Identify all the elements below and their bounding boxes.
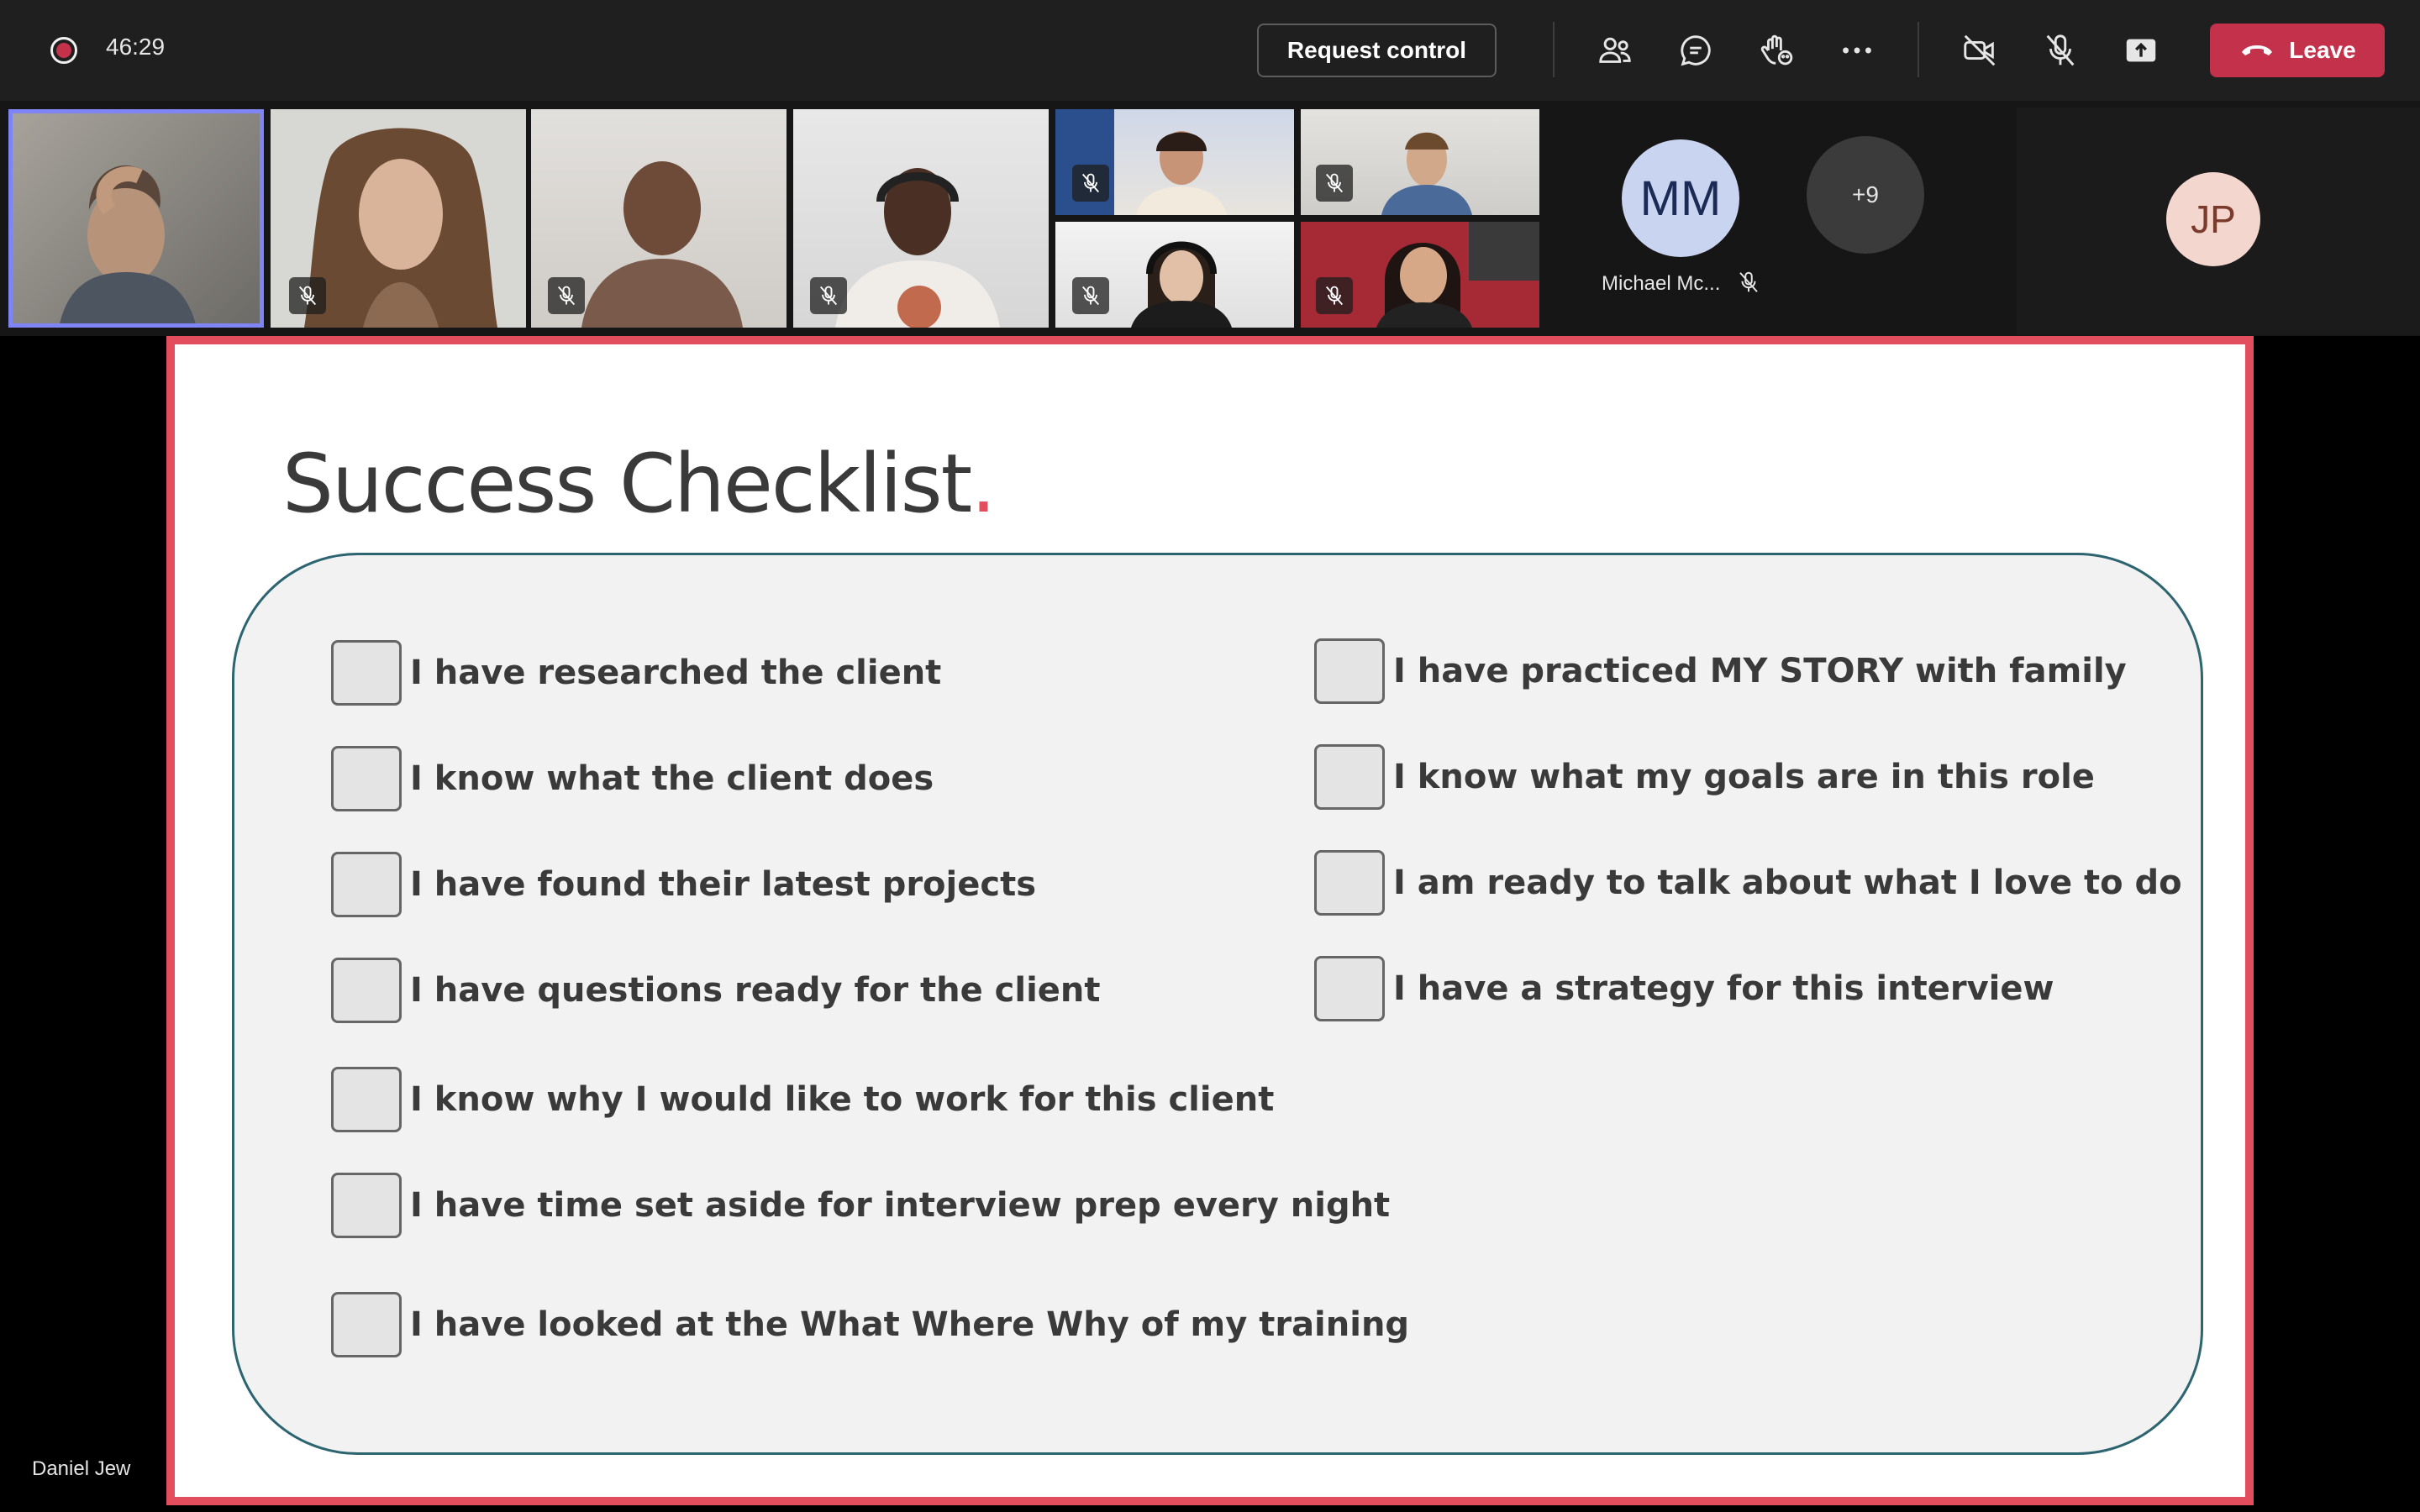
mic-off-icon [1739,271,1758,292]
checklist-item-label: I have a strategy for this interview [1393,969,2054,1008]
video-tile[interactable] [1301,222,1539,328]
checkbox [331,746,402,811]
mic-off-icon [1072,165,1109,202]
toolbar-divider [1553,22,1555,77]
checklist-item-label: I know why I would like to work for this… [410,1080,1275,1119]
hang-up-icon [2242,45,2273,55]
meeting-timer: 46:29 [106,34,166,60]
checklist-item-label: I know what the client does [410,759,934,798]
video-tile[interactable] [793,109,1049,328]
video-tile[interactable] [8,109,264,328]
slide-title-dot: . [971,437,996,531]
recording-icon [50,37,77,64]
video-tile[interactable] [1301,109,1539,215]
video-tile[interactable] [1055,222,1294,328]
mic-off-icon [1316,165,1353,202]
share-icon[interactable] [2116,25,2166,76]
mic-off-icon [548,277,585,314]
reactions-icon[interactable] [1751,25,1802,76]
more-participants-button[interactable]: +9 [1807,136,1924,254]
video-tile[interactable] [531,109,786,328]
checklist-item: I have a strategy for this interview [1314,956,2054,1021]
checkbox [331,640,402,706]
chat-icon[interactable] [1670,25,1721,76]
checklist-item-label: I have time set aside for interview prep… [410,1186,1391,1225]
checklist-item: I have looked at the What Where Why of m… [331,1292,1409,1357]
checklist-item-label: I know what my goals are in this role [1393,758,2095,796]
checkbox [1314,850,1385,916]
participant-video [59,165,197,328]
checklist-item: I have time set aside for interview prep… [331,1173,1390,1238]
toolbar-divider [1918,22,1919,77]
checklist-item: I know what my goals are in this role [1314,744,2095,810]
checkbox [331,852,402,917]
checklist-item: I am ready to talk about what I love to … [1314,850,2182,916]
video-tile[interactable] [271,109,526,328]
checklist-item-label: I have found their latest projects [410,865,1037,904]
leave-label: Leave [2289,37,2356,63]
mic-off-icon [1316,277,1353,314]
self-avatar[interactable]: JP [2166,172,2260,266]
checklist-item-label: I have practiced MY STORY with family [1393,652,2127,690]
checklist-item: I know what the client does [331,746,934,811]
presenter-name: Daniel Jew [32,1457,131,1480]
checklist-item: I have practiced MY STORY with family [1314,638,2127,704]
checklist-item-label: I have looked at the What Where Why of m… [410,1305,1410,1344]
participant-name: Michael Mc... [1602,272,1721,295]
checklist-item-label: I have questions ready for the client [410,971,1101,1010]
checkbox [331,958,402,1023]
video-tile[interactable] [1055,109,1294,215]
mic-off-icon [810,277,847,314]
checkbox [1314,638,1385,704]
checkbox [331,1067,402,1132]
more-icon[interactable] [1832,25,1882,76]
checklist-item: I have researched the client [331,640,941,706]
request-control-button[interactable]: Request control [1257,24,1497,77]
checklist-item: I know why I would like to work for this… [331,1067,1274,1132]
camera-off-icon[interactable] [1954,25,2005,76]
checklist-item: I have questions ready for the client [331,958,1101,1023]
leave-button[interactable]: Leave [2210,24,2385,77]
mic-off-icon[interactable] [2035,25,2086,76]
checkbox [331,1173,402,1238]
checklist-item-label: I have researched the client [410,654,942,692]
mic-off-icon [1072,277,1109,314]
shared-slide: Success Checklist. I have researched the… [166,336,2254,1505]
mic-off-icon [289,277,326,314]
meeting-toolbar: 46:29 Request control Leave [0,0,2420,101]
slide-title: Success Checklist. [282,437,997,531]
checklist-item: I have found their latest projects [331,852,1036,917]
checkbox [1314,744,1385,810]
checkbox [331,1292,402,1357]
avatar[interactable]: MM [1622,139,1739,257]
participants-icon[interactable] [1590,25,1640,76]
checkbox [1314,956,1385,1021]
slide-title-text: Success Checklist [282,437,972,531]
checklist-item-label: I am ready to talk about what I love to … [1393,864,2182,902]
